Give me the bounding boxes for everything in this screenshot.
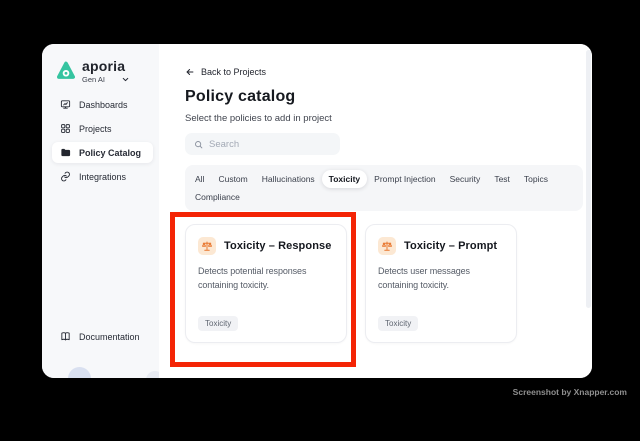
sidebar-item-policy-catalog[interactable]: Policy Catalog: [52, 142, 153, 163]
scrollbar[interactable]: [586, 50, 591, 308]
sidebar: aporia Gen AI Dashboards Projects Policy…: [42, 44, 164, 378]
policy-card-toxicity-prompt[interactable]: Toxicity – Prompt Detects user messages …: [365, 224, 517, 343]
tab-security[interactable]: Security: [443, 170, 488, 188]
documentation-icon: [60, 331, 71, 342]
highlight-rectangle: [170, 212, 356, 367]
brand-text: aporia Gen AI: [82, 59, 130, 84]
sidebar-item-label: Integrations: [79, 171, 127, 182]
page-subtitle: Select the policies to add in project: [185, 113, 332, 124]
sidebar-nav: Dashboards Projects Policy Catalog Integ…: [42, 94, 159, 190]
sidebar-item-label: Dashboards: [79, 99, 128, 110]
tab-topics[interactable]: Topics: [517, 170, 555, 188]
tab-row-1: All Custom Hallucinations Toxicity Promp…: [188, 170, 580, 188]
sidebar-item-documentation[interactable]: Documentation: [52, 326, 153, 347]
chevron-down-icon[interactable]: [121, 75, 130, 84]
arrow-left-icon: [186, 69, 194, 75]
tab-compliance[interactable]: Compliance: [188, 188, 247, 206]
sidebar-item-label: Documentation: [79, 331, 140, 342]
tab-custom[interactable]: Custom: [211, 170, 254, 188]
back-to-projects-link[interactable]: Back to Projects: [185, 67, 266, 77]
sidebar-item-label: Projects: [79, 123, 112, 134]
back-link-label: Back to Projects: [201, 67, 267, 77]
search-icon: [195, 140, 203, 148]
card-description: Detects user messages containing toxicit…: [378, 266, 470, 290]
sidebar-item-integrations[interactable]: Integrations: [52, 166, 153, 187]
watermark-text: Screenshot by Xnapper.com: [512, 387, 627, 397]
tab-hallucinations[interactable]: Hallucinations: [255, 170, 322, 188]
policy-catalog-icon: [60, 147, 71, 158]
screenshot-canvas: aporia Gen AI Dashboards Projects Policy…: [0, 0, 640, 441]
sidebar-item-projects[interactable]: Projects: [52, 118, 153, 139]
tab-test[interactable]: Test: [487, 170, 517, 188]
tab-all[interactable]: All: [188, 170, 211, 188]
user-avatar[interactable]: [68, 367, 91, 378]
sidebar-item-dashboards[interactable]: Dashboards: [52, 94, 153, 115]
category-tabs: All Custom Hallucinations Toxicity Promp…: [185, 165, 583, 211]
card-tag: Toxicity: [378, 316, 419, 331]
scales-icon: [378, 237, 396, 255]
tab-prompt-injection[interactable]: Prompt Injection: [367, 170, 442, 188]
integrations-icon: [60, 171, 71, 182]
sidebar-item-label: Policy Catalog: [79, 147, 142, 158]
page-title: Policy catalog: [185, 88, 296, 105]
projects-icon: [60, 123, 71, 134]
brand: aporia Gen AI: [57, 59, 130, 84]
card-title: Toxicity – Prompt: [404, 240, 498, 252]
workspace-label: Gen AI: [82, 75, 105, 84]
tab-toxicity[interactable]: Toxicity: [321, 170, 368, 188]
sidebar-footer: Documentation: [42, 326, 159, 350]
card-header: Toxicity – Prompt: [378, 237, 504, 255]
brand-name: aporia: [82, 58, 126, 74]
aporia-logo-icon: [57, 61, 75, 79]
tab-row-2: Compliance: [188, 188, 580, 206]
search-input[interactable]: [209, 138, 331, 150]
dashboards-icon: [60, 99, 71, 110]
search-box[interactable]: [185, 133, 340, 155]
